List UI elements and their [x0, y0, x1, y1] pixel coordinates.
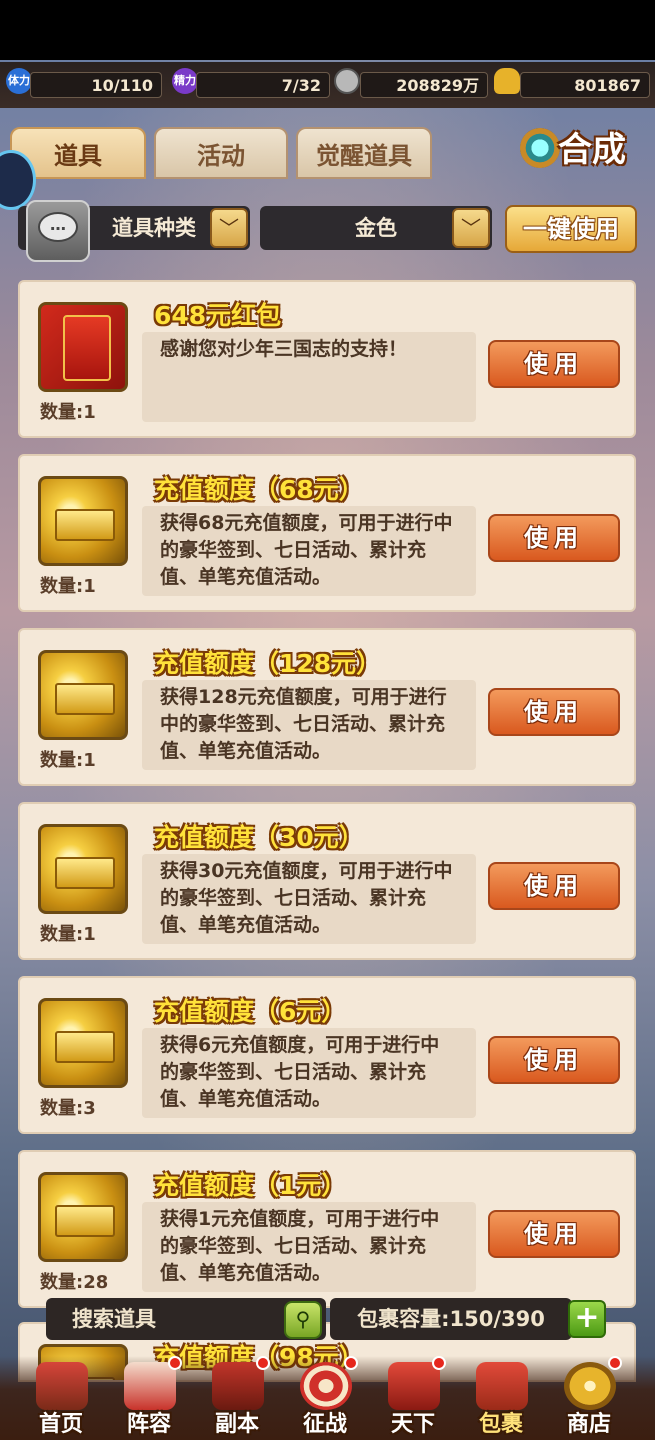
item-quantity: 数量:1: [40, 750, 96, 771]
ingot-value: 801867: [520, 72, 650, 98]
bag-icon: [476, 1362, 528, 1410]
stamina-icon: 体力: [6, 68, 32, 94]
world-icon: [388, 1362, 440, 1410]
item-quantity: 数量:1: [40, 402, 96, 423]
bag-capacity: 包裹容量:150/390: [330, 1298, 572, 1340]
search-icon[interactable]: ⚲: [284, 1301, 322, 1339]
item-description: 获得1元充值额度，可用于进行中的豪华签到、七日活动、累计充值、单笔充值活动。: [142, 1202, 476, 1292]
item-card: 数量:1 充值额度（128元） 获得128元充值额度，可用于进行中的豪华签到、七…: [18, 628, 636, 786]
nav-label: 阵容: [126, 1412, 171, 1437]
use-button[interactable]: 使用: [488, 1036, 620, 1084]
quality-dropdown-chevron-icon[interactable]: ﹀: [452, 208, 490, 248]
nav-bag[interactable]: 包裹: [458, 1356, 544, 1440]
gold-bars-icon[interactable]: [38, 650, 128, 740]
item-title: 充值额度（30元）: [154, 823, 364, 852]
item-description: 获得6元充值额度，可用于进行中的豪华签到、七日活动、累计充值、单笔充值活动。: [142, 1028, 476, 1118]
item-card: 数量:1 648元红包 感谢您对少年三国志的支持！ 使用: [18, 280, 636, 438]
item-title: 充值额度（1元）: [154, 1171, 347, 1200]
item-quantity: 数量:1: [40, 576, 96, 597]
nav-dungeon[interactable]: 副本: [194, 1356, 280, 1440]
item-title: 充值额度（68元）: [154, 475, 364, 504]
tab-awaken-items[interactable]: 觉醒道具: [296, 127, 432, 179]
item-quantity: 数量:1: [40, 924, 96, 945]
quality-value: 金色: [355, 216, 397, 240]
coin-icon: [334, 68, 360, 94]
use-button[interactable]: 使用: [488, 514, 620, 562]
nav-label: 包裹: [478, 1412, 523, 1437]
shop-icon: [564, 1362, 616, 1410]
item-title: 648元红包: [154, 301, 282, 330]
resource-bar: 体力 10/110 精力 7/32 208829万 801867: [0, 62, 655, 108]
energy-icon: 精力: [172, 68, 198, 94]
gold-bars-icon[interactable]: [38, 1172, 128, 1262]
category-dropdown-chevron-icon[interactable]: ﹀: [210, 208, 248, 248]
compose-icon: [520, 128, 560, 168]
nav-shop[interactable]: 商店: [546, 1356, 632, 1440]
item-card: 数量:1 充值额度（30元） 获得30元充值额度，可用于进行中的豪华签到、七日活…: [18, 802, 636, 960]
notification-dot: [432, 1356, 446, 1370]
nav-home[interactable]: 首页: [18, 1356, 104, 1440]
bottom-nav: 首页 阵容 副本 征战 天下 包裹 商店: [0, 1356, 655, 1440]
item-quantity: 数量:28: [40, 1272, 109, 1293]
item-description: 获得128元充值额度，可用于进行中的豪华签到、七日活动、累计充值、单笔充值活动。: [142, 680, 476, 770]
chat-icon: …: [38, 212, 78, 242]
stamina-value: 10/110: [30, 72, 162, 98]
category-value: 道具种类: [112, 216, 196, 240]
notification-dot: [344, 1356, 358, 1370]
notification-dot: [256, 1356, 270, 1370]
item-description: 获得68元充值额度，可用于进行中的豪华签到、七日活动、累计充值、单笔充值活动。: [142, 506, 476, 596]
lineup-icon: [124, 1362, 176, 1410]
nav-world[interactable]: 天下: [370, 1356, 456, 1440]
item-card: 数量:3 充值额度（6元） 获得6元充值额度，可用于进行中的豪华签到、七日活动、…: [18, 976, 636, 1134]
item-description: 获得30元充值额度，可用于进行中的豪华签到、七日活动、累计充值、单笔充值活动。: [142, 854, 476, 944]
chat-button[interactable]: …: [26, 200, 90, 262]
use-button[interactable]: 使用: [488, 862, 620, 910]
item-card: 数量:28 充值额度（1元） 获得1元充值额度，可用于进行中的豪华签到、七日活动…: [18, 1150, 636, 1308]
item-card: 数量:1 充值额度（68元） 获得68元充值额度，可用于进行中的豪华签到、七日活…: [18, 454, 636, 612]
dungeon-icon: [212, 1362, 264, 1410]
nav-lineup[interactable]: 阵容: [106, 1356, 192, 1440]
use-button[interactable]: 使用: [488, 688, 620, 736]
item-title: 充值额度（128元）: [154, 649, 382, 678]
ingot-icon: [494, 68, 520, 94]
filter-bar: 道具种类 ﹀ 金色 ﹀: [18, 206, 498, 252]
home-icon: [36, 1362, 88, 1410]
item-quantity: 数量:3: [40, 1098, 96, 1119]
red-envelope-icon[interactable]: [38, 302, 128, 392]
use-button[interactable]: 使用: [488, 1210, 620, 1258]
nav-label: 首页: [38, 1412, 83, 1437]
nav-label: 商店: [566, 1412, 611, 1437]
gold-bars-icon[interactable]: [38, 824, 128, 914]
coin-value: 208829万: [360, 72, 488, 98]
add-capacity-button[interactable]: +: [568, 1300, 606, 1338]
status-bar-area: [0, 0, 655, 60]
energy-value: 7/32: [196, 72, 330, 98]
nav-label: 天下: [390, 1412, 435, 1437]
campaign-icon: [300, 1362, 352, 1410]
nav-label: 征战: [302, 1412, 347, 1437]
compose-label: 合成: [558, 130, 626, 170]
use-all-button[interactable]: 一键使用: [505, 205, 637, 253]
item-title: 充值额度（6元）: [154, 997, 347, 1026]
gold-bars-icon[interactable]: [38, 998, 128, 1088]
nav-campaign[interactable]: 征战: [282, 1356, 368, 1440]
search-placeholder: 搜索道具: [72, 1307, 156, 1331]
item-description: 感谢您对少年三国志的支持！: [142, 332, 476, 422]
nav-label: 副本: [214, 1412, 259, 1437]
compose-button[interactable]: 合成: [520, 124, 642, 176]
notification-dot: [168, 1356, 182, 1370]
gold-bars-icon[interactable]: [38, 476, 128, 566]
use-button[interactable]: 使用: [488, 340, 620, 388]
notification-dot: [608, 1356, 622, 1370]
tab-activity[interactable]: 活动: [154, 127, 288, 179]
